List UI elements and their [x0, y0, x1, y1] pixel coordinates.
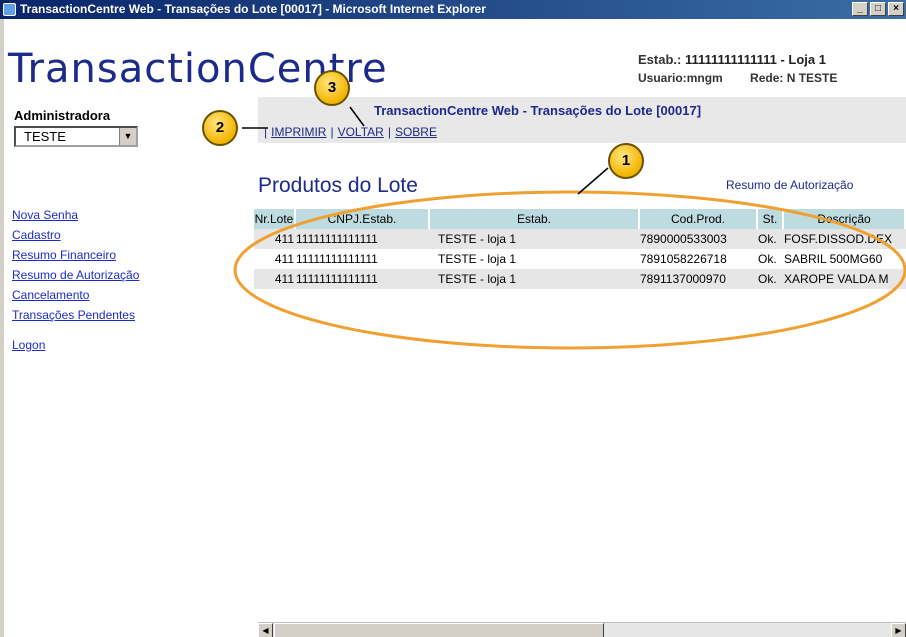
- callout-badge-3: 3: [314, 70, 350, 106]
- callout-badge-1: 1: [608, 143, 644, 179]
- callout-3-pointer: [349, 106, 365, 127]
- callout-badge-2: 2: [202, 110, 238, 146]
- annotation-overlay: [233, 106, 906, 350]
- highlight-ellipse: [233, 190, 906, 350]
- callout-1-pointer: [577, 167, 609, 195]
